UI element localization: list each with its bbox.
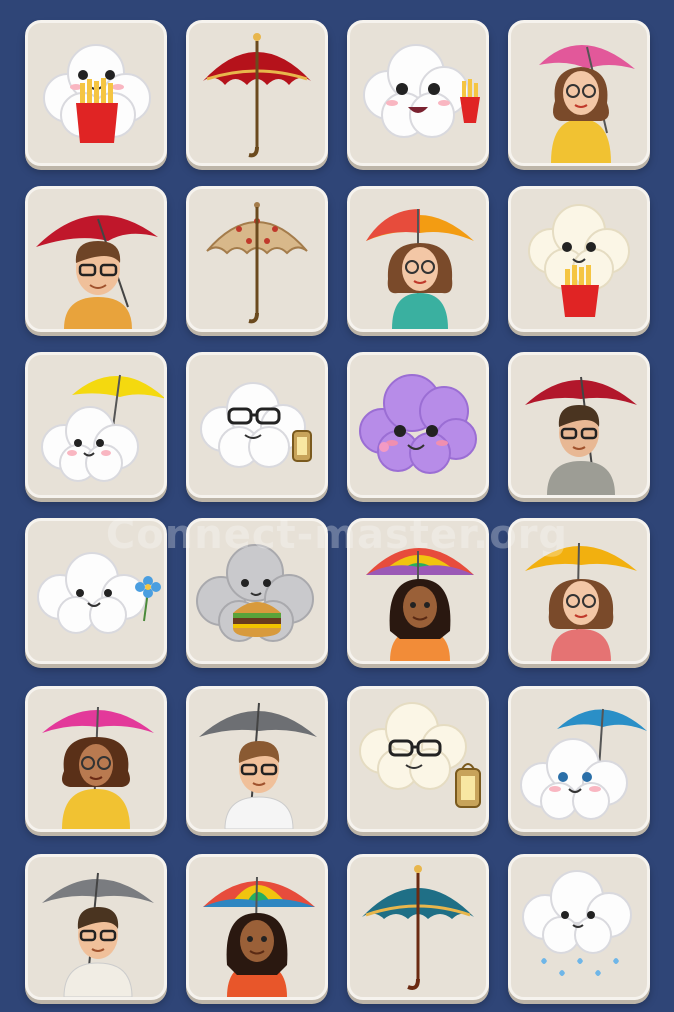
tile-woman-braids-rainbow[interactable] [186,854,328,1000]
tile-lace-parasol[interactable] [186,186,328,332]
man-glasses-red-umbrella-icon [525,376,637,495]
teal-parasol-icon [362,865,474,990]
tile-teal-parasol[interactable] [347,854,489,1000]
tile-cloud-flower[interactable] [25,518,167,664]
woman-braids-rainbow-umbrella-icon [366,548,474,661]
cloud-fries-icon [528,204,630,317]
woman-yellow-raincoat-pink-umbrella-icon [539,44,635,163]
tile-woman-orange-umbrella[interactable] [347,186,489,332]
cloud-fries-icon [363,44,480,138]
woman-orange-umbrella-icon [366,209,474,329]
red-parasol-icon [203,33,311,158]
woman-braids-rainbow-umbrella-icon [203,876,315,997]
purple-cloud-icon [359,374,477,474]
tile-cloud-glasses-lantern[interactable] [186,352,328,498]
cloud-fries-icon [43,44,151,143]
game-board: Connect-master.org [0,0,674,1012]
tile-cloud-glasses-lantern[interactable] [347,686,489,832]
cloud-blue-umbrella-icon [520,708,647,820]
tile-red-parasol[interactable] [186,20,328,166]
woman-glasses-yellow-umbrella-icon [525,542,637,661]
cloud-flower-icon [37,552,161,634]
tile-man-red-umbrella[interactable] [25,186,167,332]
cloud-glasses-lantern-icon [200,382,312,468]
tile-cloud-fries[interactable] [508,186,650,332]
tile-woman-yellow-umbrella[interactable] [508,518,650,664]
tile-man-grey-umbrella[interactable] [186,686,328,832]
tile-woman-yellow-raincoat[interactable] [25,686,167,832]
tile-cloud-blue-umbrella[interactable] [508,686,650,832]
woman-yellow-raincoat-pink-umbrella-icon [42,706,154,829]
tile-woman-yellow-raincoat[interactable] [508,20,650,166]
tile-man-red-umbrella[interactable] [508,352,650,498]
tile-man-grey-umbrella[interactable] [25,854,167,1000]
tile-grey-cloud-burger[interactable] [186,518,328,664]
cloud-yellow-umbrella-icon [41,374,164,482]
tile-rain-cloud[interactable] [508,854,650,1000]
man-glasses-grey-umbrella-icon [42,872,154,997]
rain-cloud-icon [522,870,632,976]
man-glasses-red-umbrella-icon [36,215,158,329]
man-glasses-grey-umbrella-icon [199,702,317,829]
tile-cloud-fries[interactable] [25,20,167,166]
tile-woman-braids-rainbow[interactable] [347,518,489,664]
tile-cloud-fries[interactable] [347,20,489,166]
cloud-glasses-lantern-icon [359,702,481,808]
tile-cloud-yellow-umbrella[interactable] [25,352,167,498]
tile-purple-cloud[interactable] [347,352,489,498]
lace-parasol-icon [206,202,308,324]
grey-cloud-burger-icon [196,544,314,642]
